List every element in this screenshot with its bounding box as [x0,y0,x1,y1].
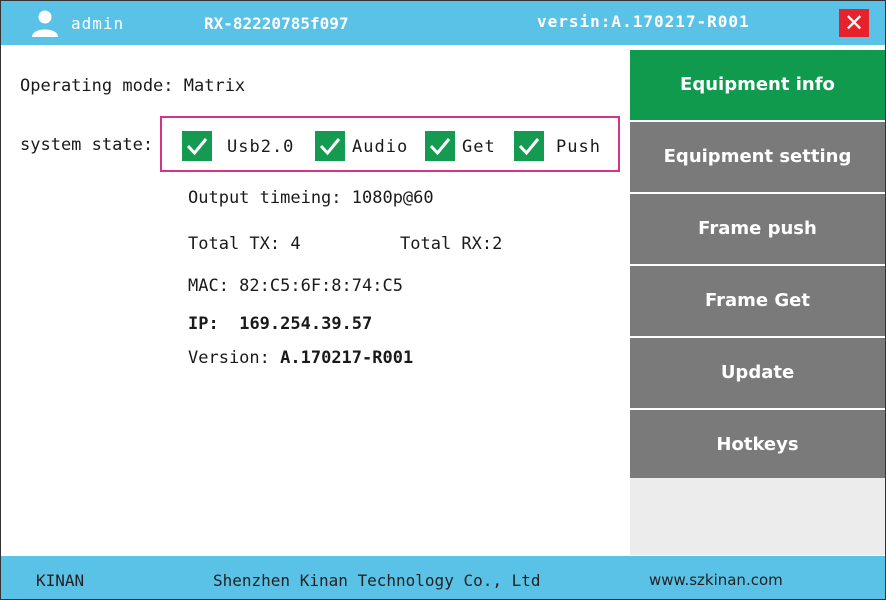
user-name: admin [71,14,125,33]
version-label: Version: [188,348,270,368]
equipment-info-panel: Operating mode: Matrix system state: Usb… [0,46,630,555]
ip-row: IP: 169.254.39.57 [188,314,372,334]
menu-frame-get[interactable]: Frame Get [630,266,885,336]
user-icon [32,10,58,37]
audio-check-icon [315,131,345,161]
get-check-icon [425,131,455,161]
footer-company: Shenzhen Kinan Technology Co., Ltd [213,571,541,590]
version-row: Version: A.170217-R001 [188,348,413,368]
header-bar: admin RX-82220785f097 versin:A.170217-R0… [1,1,885,45]
mac-address: MAC: 82:C5:6F:8:74:C5 [188,276,403,296]
close-icon: ✕ [843,9,865,37]
flag-usb-label: Usb2.0 [227,137,295,157]
system-state-box: Usb2.0 Audio Get Push [160,116,620,172]
close-button[interactable]: ✕ [839,9,869,37]
usb-check-icon [182,131,212,161]
version-value: A.170217-R001 [280,348,414,368]
ip-value: 169.254.39.57 [239,314,373,334]
footer-bar: KINAN Shenzhen Kinan Technology Co., Ltd… [1,556,885,599]
menu-equipment-info[interactable]: Equipment info [630,50,885,120]
menu-equipment-setting[interactable]: Equipment setting [630,122,885,192]
menu-hotkeys[interactable]: Hotkeys [630,410,885,480]
menu-filler [630,478,885,555]
ip-label: IP: [188,314,219,334]
operating-mode: Operating mode: Matrix [20,76,246,96]
system-state-label: system state: [20,135,154,155]
flag-audio-label: Audio [352,137,409,157]
flag-push-label: Push [556,137,601,157]
total-rx: Total RX:2 [400,234,503,254]
flag-get-label: Get [462,137,496,157]
menu-update[interactable]: Update [630,338,885,408]
menu-frame-push[interactable]: Frame push [630,194,885,264]
footer-website: www.szkinan.com [649,571,783,589]
firmware-version: versin:A.170217-R001 [537,12,750,31]
device-id: RX-82220785f097 [204,14,349,33]
footer-brand: KINAN [36,571,85,590]
output-timing: Output timeing: 1080p@60 [188,188,434,208]
total-tx: Total TX: 4 [188,234,301,254]
push-check-icon [514,131,544,161]
